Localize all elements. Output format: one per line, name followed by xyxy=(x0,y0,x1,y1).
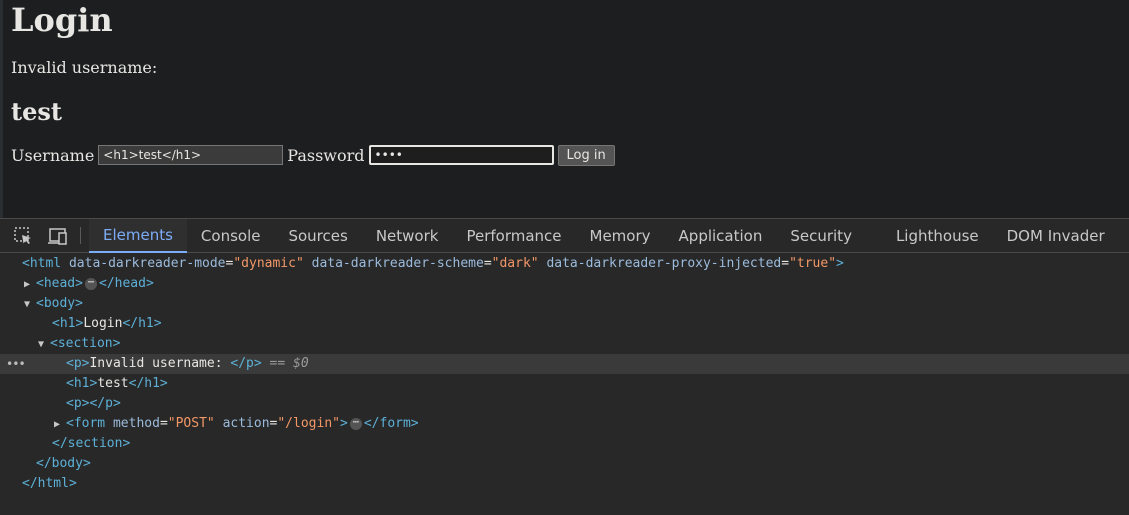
tab-sources[interactable]: Sources xyxy=(274,219,361,253)
injected-heading: test xyxy=(11,97,62,126)
page-title: Login xyxy=(11,1,113,39)
tree-row-body-close[interactable]: </body> xyxy=(0,454,1129,474)
selected-node-ref: == $0 xyxy=(269,356,309,371)
tree-row-section[interactable]: ▼ <section> xyxy=(0,334,1129,354)
tab-dom-invader[interactable]: DOM Invader xyxy=(993,219,1119,253)
collapse-triangle-icon[interactable]: ▼ xyxy=(38,335,50,355)
ellipsis-icon[interactable]: ⋯ xyxy=(349,417,362,430)
tab-console[interactable]: Console xyxy=(187,219,275,253)
tree-row-head[interactable]: ▶ <head> ⋯ </head> xyxy=(0,274,1129,294)
password-label: Password xyxy=(287,145,365,165)
toolbar-separator xyxy=(80,227,81,244)
tree-row-form[interactable]: ▶ <form method="POST" action="/login"> ⋯ </… xyxy=(0,414,1129,434)
expand-triangle-icon[interactable]: ▶ xyxy=(24,275,36,295)
tree-row-html-close[interactable]: </html> xyxy=(0,474,1129,494)
tree-row-h1-test[interactable]: <h1>test</h1> xyxy=(0,374,1129,394)
more-options-icon[interactable]: ••• xyxy=(6,354,26,374)
tree-row-p-selected[interactable]: ••• <p>Invalid username: </p> == $0 xyxy=(0,354,1129,374)
tab-application[interactable]: Application xyxy=(665,219,777,253)
login-form: Username Password Log in xyxy=(11,144,615,166)
expand-triangle-icon[interactable]: ▶ xyxy=(54,415,66,435)
devtools-toolbar: Elements Console Sources Network Perform… xyxy=(0,219,1129,253)
device-toolbar-icon[interactable] xyxy=(46,219,70,253)
tab-performance[interactable]: Performance xyxy=(452,219,575,253)
tree-row-html[interactable]: <html data-darkreader-mode="dynamic" dat… xyxy=(0,254,1129,274)
tab-lighthouse[interactable]: Lighthouse xyxy=(882,219,993,253)
tab-memory[interactable]: Memory xyxy=(576,219,665,253)
username-label: Username xyxy=(11,145,95,165)
tab-elements[interactable]: Elements xyxy=(89,219,187,253)
tree-row-section-close[interactable]: </section> xyxy=(0,434,1129,454)
tab-security[interactable]: Security xyxy=(776,219,866,253)
collapse-triangle-icon[interactable]: ▼ xyxy=(24,295,36,315)
devtools-panel: Elements Console Sources Network Perform… xyxy=(0,218,1129,515)
username-input[interactable] xyxy=(98,145,284,165)
tree-row-p-empty[interactable]: <p></p> xyxy=(0,394,1129,414)
ellipsis-icon[interactable]: ⋯ xyxy=(84,277,97,290)
tree-row-h1[interactable]: <h1>Login</h1> xyxy=(0,314,1129,334)
inspect-element-icon[interactable] xyxy=(11,219,35,253)
tree-row-body[interactable]: ▼ <body> xyxy=(0,294,1129,314)
login-button[interactable]: Log in xyxy=(557,144,615,166)
login-page: Login Invalid username: test Username Pa… xyxy=(0,0,1129,218)
error-message: Invalid username: xyxy=(11,58,158,77)
dom-tree: <html data-darkreader-mode="dynamic" dat… xyxy=(0,254,1129,494)
tab-network[interactable]: Network xyxy=(362,219,453,253)
password-input[interactable] xyxy=(368,145,554,165)
